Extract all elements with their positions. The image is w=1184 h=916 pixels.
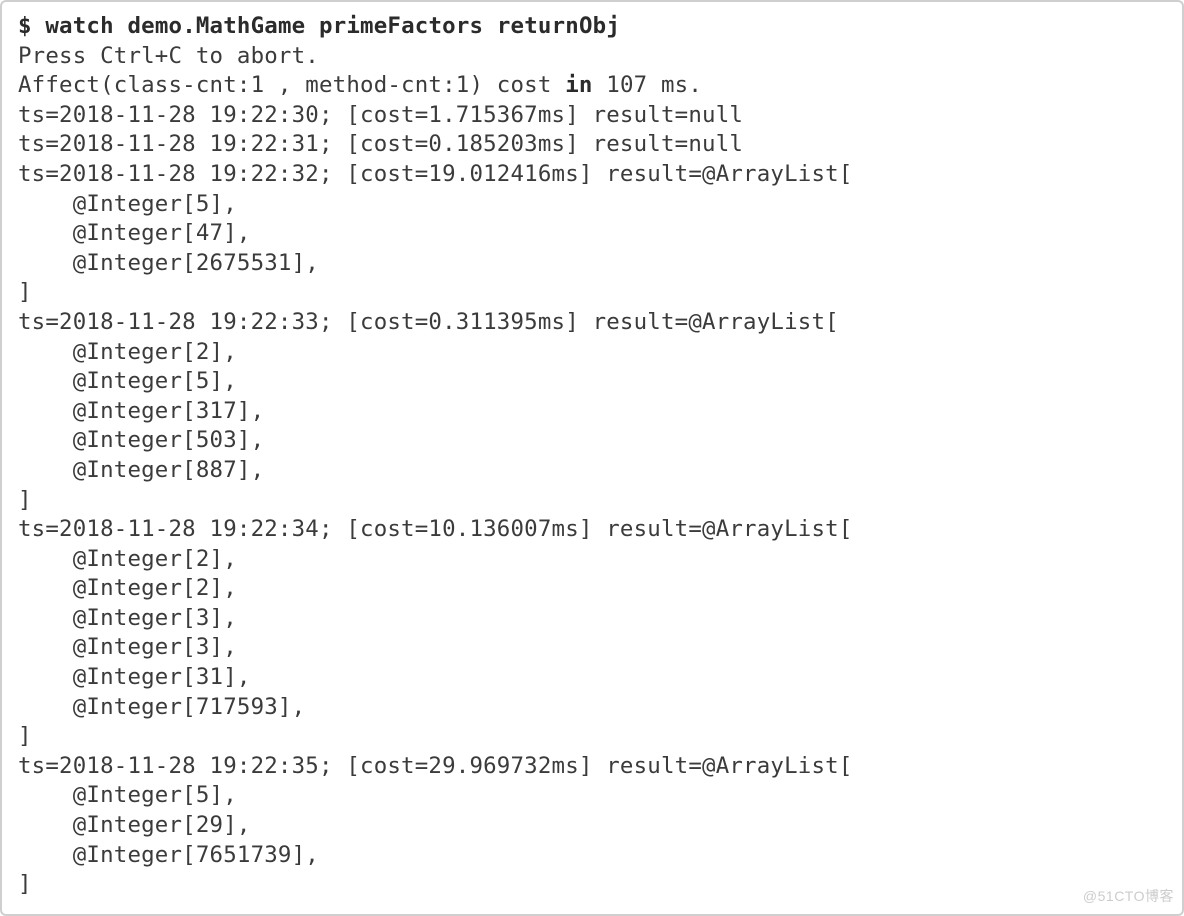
shell-prompt: $ [18, 13, 32, 39]
cmd-watch: watch [45, 13, 113, 39]
affect-prefix: Affect(class-cnt:1 , method-cnt:1) cost [18, 72, 565, 98]
terminal-frame: $ watch demo.MathGame primeFactors retur… [0, 0, 1184, 916]
trace-entries: ts=2018-11-28 19:22:30; [cost=1.715367ms… [18, 102, 853, 897]
watermark: @51CTO博客 [1083, 886, 1174, 906]
cmd-arg: returnObj [497, 13, 620, 39]
affect-in: in [565, 72, 592, 98]
affect-ms: 107 ms. [593, 72, 702, 98]
cmd-class: demo.MathGame [127, 13, 305, 39]
terminal-output[interactable]: $ watch demo.MathGame primeFactors retur… [18, 12, 1178, 900]
abort-hint: Press Ctrl+C to abort. [18, 43, 319, 69]
cmd-method: primeFactors [319, 13, 483, 39]
